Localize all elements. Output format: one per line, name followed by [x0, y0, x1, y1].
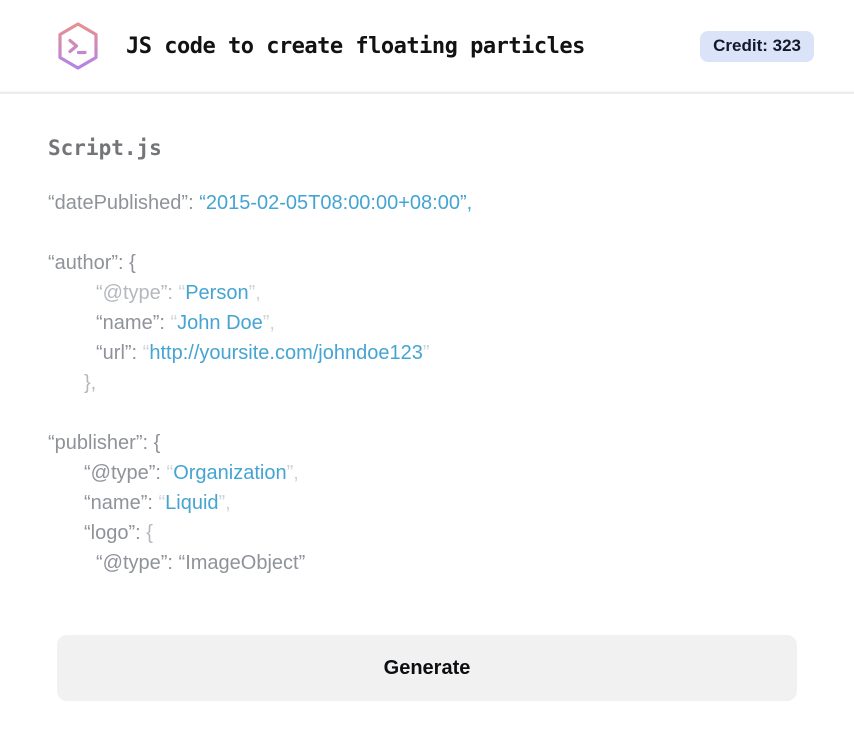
code-segment: http://yoursite.com/johndoe123	[149, 342, 423, 364]
code-segment: ”	[422, 342, 430, 364]
code-line: },	[48, 368, 806, 398]
header: JS code to create floating particles Cre…	[0, 0, 854, 94]
code-segment: “name”:	[96, 312, 171, 334]
code-segment: “name”:	[84, 492, 159, 514]
code-segment: “@type”:	[96, 282, 179, 304]
credit-badge: Credit: 323	[700, 30, 814, 62]
code-segment: Person	[185, 282, 249, 304]
code-segment: },	[84, 372, 97, 394]
code-line: “@type”: “Organization”,	[48, 458, 806, 488]
code-segment: “author”: {	[48, 252, 136, 274]
code-segment: Liquid	[165, 492, 219, 514]
code-line: “url”: “http://yoursite.com/johndoe123”	[48, 338, 806, 368]
code-line: “publisher”: {	[48, 428, 806, 458]
code-segment: {	[146, 522, 153, 544]
code-line: “datePublished”: “2015-02-05T08:00:00+08…	[48, 188, 806, 218]
code-line: “author”: {	[48, 248, 806, 278]
code-block: “datePublished”: “2015-02-05T08:00:00+08…	[48, 188, 806, 578]
code-segment: “@type”:	[84, 462, 167, 484]
code-segment: “2015-02-05T08:00:00+08:00”,	[199, 192, 473, 214]
code-segment: “@type”: “ImageObject”	[96, 552, 306, 574]
code-line: “name”: “Liquid”,	[48, 488, 806, 518]
main-content: Script.js “datePublished”: “2015-02-05T0…	[0, 94, 854, 701]
code-segment: “logo”:	[84, 522, 147, 544]
code-line: “logo”: {	[48, 518, 806, 548]
terminal-prompt-hexagon-icon	[56, 21, 100, 71]
generate-button[interactable]: Generate	[57, 635, 797, 701]
code-segment: Organization	[173, 462, 287, 484]
code-segment: “url”:	[96, 342, 143, 364]
code-segment: ”,	[286, 462, 299, 484]
code-line: “@type”: “ImageObject”	[48, 548, 806, 578]
code-segment: ”,	[262, 312, 275, 334]
code-segment: ”,	[248, 282, 261, 304]
code-line: “name”: “John Doe”,	[48, 308, 806, 338]
code-segment: ”,	[218, 492, 231, 514]
code-segment: “publisher”: {	[48, 432, 161, 454]
script-filename: Script.js	[48, 136, 162, 160]
code-segment: “datePublished”:	[48, 192, 200, 214]
code-line: “@type”: “Person”,	[48, 278, 806, 308]
page-title: JS code to create floating particles	[126, 33, 585, 59]
code-segment: John Doe	[177, 312, 263, 334]
